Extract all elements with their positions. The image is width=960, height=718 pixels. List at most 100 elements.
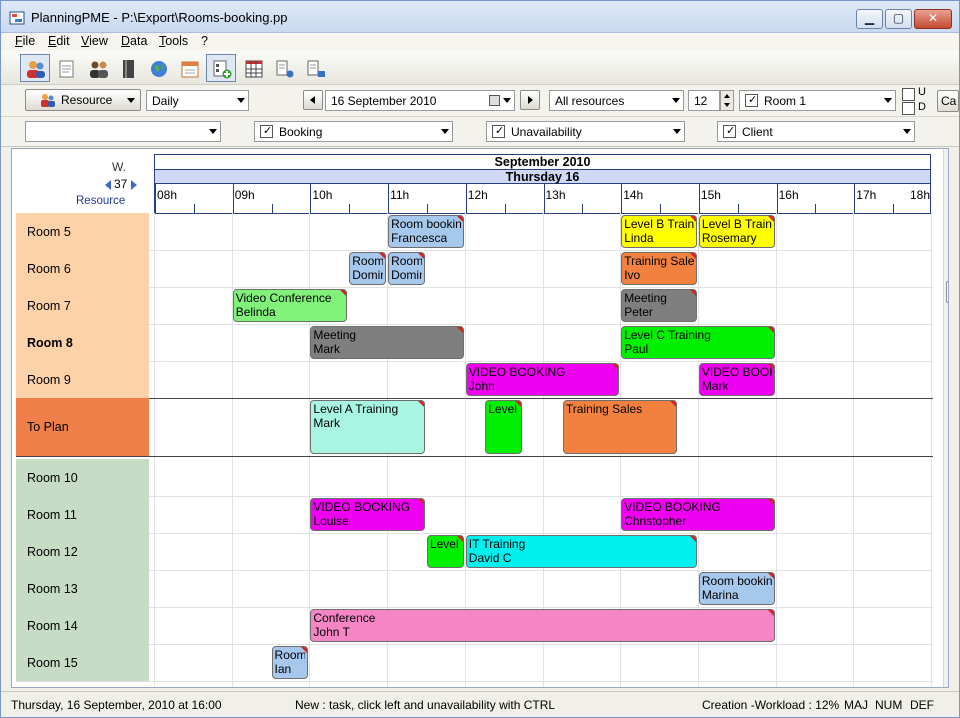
task-block[interactable]: Conference John T xyxy=(310,609,775,642)
menu-view[interactable]: View xyxy=(81,34,108,48)
room-filter-checkbox[interactable]: ✓ xyxy=(745,94,758,107)
grid-icon xyxy=(245,60,263,78)
resource-row-label[interactable]: Room 9 xyxy=(16,361,149,398)
previous-week-icon[interactable] xyxy=(105,180,111,190)
import-button[interactable] xyxy=(300,54,330,82)
task-block[interactable]: VIDEO BOOKING Christopher xyxy=(621,498,775,531)
client-checkbox[interactable]: ✓ xyxy=(723,125,736,138)
task-block[interactable]: Training Sales Ivo xyxy=(621,252,697,285)
resources-view-button[interactable] xyxy=(20,54,50,82)
maximize-button[interactable]: ▢ xyxy=(885,9,912,29)
add-task-button[interactable] xyxy=(206,54,236,82)
client-filter-select[interactable]: ✓ Client xyxy=(717,121,915,142)
resource-row-label[interactable]: Room 10 xyxy=(16,459,149,496)
room-filter-select[interactable]: ✓ Room 1 xyxy=(739,90,896,111)
booking-checkbox[interactable]: ✓ xyxy=(260,125,273,138)
cut-button[interactable]: Ca xyxy=(937,90,959,112)
week-number: 37 xyxy=(114,177,128,191)
date-picker[interactable]: 16 September 2010 xyxy=(325,90,515,111)
task-title: Room booking xyxy=(274,648,306,662)
task-block[interactable]: Training Sales xyxy=(562,400,678,454)
menu-file[interactable]: File xyxy=(15,34,35,48)
task-block[interactable]: Meeting Peter xyxy=(621,289,697,322)
task-block[interactable]: Level B TrainingRosemary xyxy=(698,215,775,248)
resource-row[interactable]: Room 7 xyxy=(16,287,933,325)
task-block[interactable]: Room bookingIan xyxy=(271,646,309,679)
resource-row[interactable]: Room 10 xyxy=(16,459,933,497)
task-block[interactable]: Room booking Marina xyxy=(698,572,775,605)
menu-tools[interactable]: Tools xyxy=(159,34,188,48)
task-block[interactable]: Room booking Francesca xyxy=(388,215,464,248)
view-mode-select[interactable]: Daily xyxy=(146,90,249,111)
chevron-down-icon xyxy=(441,129,449,134)
task-block[interactable]: Room bookingDominique xyxy=(349,252,387,285)
group-filter-select[interactable] xyxy=(25,121,221,142)
task-block[interactable]: Level C Training Paul xyxy=(621,326,775,359)
booking-filter-select[interactable]: ✓ Booking xyxy=(254,121,453,142)
task-block[interactable]: Level A Training xyxy=(426,535,464,568)
title-bar: PlanningPME - P:\Export\Rooms-booking.pp… xyxy=(1,1,959,33)
resource-row-label[interactable]: Room 13 xyxy=(16,570,149,607)
task-block[interactable]: Meeting Mark xyxy=(310,326,464,359)
task-block[interactable]: Room bookingDominique xyxy=(388,252,425,285)
count-stepper[interactable] xyxy=(720,90,734,111)
menu-help[interactable]: ? xyxy=(201,34,208,48)
count-input[interactable]: 12 xyxy=(688,90,720,111)
resource-row-label[interactable]: Room 8 xyxy=(16,324,149,361)
resource-button[interactable]: Resource xyxy=(25,89,141,111)
clients-button[interactable] xyxy=(83,54,113,82)
scroll-up-icon[interactable] xyxy=(948,155,949,159)
u-checkbox[interactable] xyxy=(902,88,915,101)
grid-view-button[interactable] xyxy=(238,54,268,82)
task-block[interactable]: Level A Training xyxy=(485,400,523,454)
status-maj: MAJ xyxy=(844,698,868,712)
task-block[interactable]: VIDEO BOOKING John xyxy=(465,363,620,396)
resource-filter-select[interactable]: All resources xyxy=(549,90,684,111)
resource-row[interactable]: Room 11 xyxy=(16,496,933,534)
close-button[interactable]: ✕ xyxy=(914,9,952,29)
minimize-button[interactable]: ▁ xyxy=(856,9,883,29)
resource-row[interactable]: To Plan xyxy=(16,398,933,457)
resource-row[interactable]: Room 5 xyxy=(16,213,933,251)
resource-row-label[interactable]: Room 7 xyxy=(16,287,149,324)
unavailability-filter-label: Unavailability xyxy=(511,125,582,139)
resource-column-label[interactable]: Resource xyxy=(76,195,125,207)
timeline-tick xyxy=(155,184,156,214)
unavailability-checkbox[interactable]: ✓ xyxy=(492,125,505,138)
task-block[interactable]: Level B TrainingLinda xyxy=(621,215,697,248)
resource-row-label[interactable]: Room 5 xyxy=(16,213,149,250)
scroll-down-icon[interactable] xyxy=(948,679,949,683)
resource-row-label[interactable]: Room 11 xyxy=(16,496,149,533)
resource-row-label[interactable]: To Plan xyxy=(16,398,149,456)
previous-day-button[interactable] xyxy=(303,90,323,110)
d-checkbox[interactable] xyxy=(902,102,915,115)
schedule-grid[interactable]: Room 5 Room 6 Room 7 Room 8 Room 9 To Plan Roo… xyxy=(12,213,942,687)
resource-row[interactable]: Room 13 xyxy=(16,570,933,608)
resource-row-label[interactable]: Room 14 xyxy=(16,607,149,644)
resource-row[interactable]: Room 8 xyxy=(16,324,933,362)
menu-data[interactable]: Data xyxy=(121,34,147,48)
resource-row-label[interactable]: Room 6 xyxy=(16,250,149,287)
calendar-button[interactable] xyxy=(174,54,204,82)
task-block[interactable]: IT Training David C xyxy=(465,535,697,568)
web-button[interactable] xyxy=(143,54,173,82)
cut-button-label: Ca xyxy=(941,94,957,108)
resource-row-label[interactable]: Room 15 xyxy=(16,644,149,681)
scroll-thumb[interactable] xyxy=(946,281,948,303)
vertical-scrollbar[interactable] xyxy=(943,149,949,687)
notes-button[interactable] xyxy=(51,54,81,82)
unavailability-filter-select[interactable]: ✓ Unavailability xyxy=(486,121,685,142)
export-button[interactable] xyxy=(269,54,299,82)
task-block[interactable]: Video Conference Belinda xyxy=(232,289,348,322)
next-week-icon[interactable] xyxy=(131,180,137,190)
resource-filter-value: All resources xyxy=(555,94,625,108)
task-block[interactable]: VIDEO BOOKING Louise xyxy=(310,498,425,531)
resource-row[interactable]: Room 15 xyxy=(16,644,933,682)
resource-row-label[interactable]: Room 12 xyxy=(16,533,149,570)
next-day-button[interactable] xyxy=(520,90,540,110)
task-block[interactable]: VIDEO BOOKINGMark xyxy=(698,363,775,396)
task-block[interactable]: Level A Training Mark xyxy=(310,400,425,454)
menu-edit[interactable]: Edit xyxy=(48,34,70,48)
resource-row[interactable]: Room 6 xyxy=(16,250,933,288)
projects-button[interactable] xyxy=(113,54,143,82)
